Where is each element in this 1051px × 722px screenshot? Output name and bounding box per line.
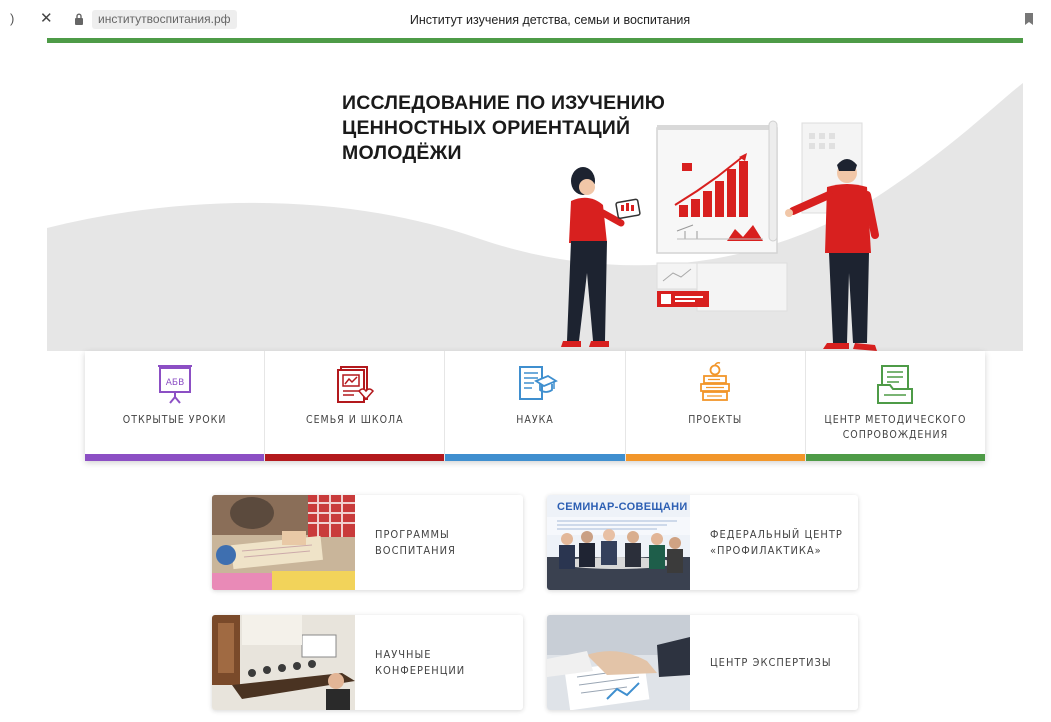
research-illustration: [561, 120, 879, 351]
book-graduation-cap-icon: [519, 366, 558, 400]
card-label: Центр экспертизы: [710, 655, 832, 669]
card-label: Научные конференции: [375, 647, 466, 677]
category-strip: АБВ Открытые уроки Семья и школа: [85, 351, 986, 461]
back-arrow-icon[interactable]: ): [10, 11, 14, 26]
classroom-children-photo: [212, 495, 355, 590]
hero-banner[interactable]: ИССЛЕДОВАНИЕ ПО ИЗУЧЕНИЮ ЦЕННОСТНЫХ ОРИЕ…: [47, 43, 1023, 351]
category-color-bar: [625, 454, 805, 461]
category-color-bar: [85, 454, 265, 461]
bookmark-icon[interactable]: [1024, 12, 1034, 30]
category-label: Проекты: [688, 414, 743, 426]
card-label: Программы воспитания: [375, 527, 456, 557]
category-label: Семья и школа: [305, 414, 404, 426]
category-label: Центр методического сопровождения: [824, 414, 967, 441]
site-page: ИССЛЕДОВАНИЕ ПО ИЗУЧЕНИЮ ЦЕННОСТНЫХ ОРИЕ…: [47, 38, 1023, 722]
card-education-programs[interactable]: Программы воспитания: [212, 495, 523, 590]
document-heart-icon: [336, 366, 374, 403]
svg-text:АБВ: АБВ: [165, 378, 184, 388]
category-color-bar: [265, 454, 445, 461]
presentation-board-icon: АБВ: [157, 365, 192, 404]
card-label: Федеральный центр «Профилактика»: [710, 527, 843, 557]
documents-handshake-photo: [547, 615, 690, 710]
category-color-bar: [445, 454, 625, 461]
category-methodical-support[interactable]: Центр методического сопровождения: [805, 351, 986, 461]
category-science[interactable]: Наука: [445, 351, 626, 461]
conference-hall-photo: [212, 615, 355, 710]
address-bar[interactable]: институтвоспитания.рф: [92, 10, 237, 29]
browser-toolbar: ) ✕ институтвоспитания.рф Институт изуче…: [0, 0, 1051, 38]
seminar-banner-text: СЕМИНАР-СОВЕЩАНИ: [557, 501, 688, 513]
category-projects[interactable]: Проекты: [625, 351, 806, 461]
card-expertise-center[interactable]: Центр экспертизы: [547, 615, 858, 710]
lock-icon[interactable]: [74, 12, 84, 30]
category-family-school[interactable]: Семья и школа: [265, 351, 446, 461]
card-federal-center-prevention[interactable]: СЕМИНАР-СОВЕЩАНИ Федеральный центр «Проф…: [547, 495, 858, 590]
close-tab-icon[interactable]: ✕: [40, 9, 53, 27]
card-scientific-conferences[interactable]: Научные конференции: [212, 615, 523, 710]
category-label: Наука: [516, 414, 554, 426]
category-color-bar: [805, 454, 986, 461]
seminar-meeting-photo: СЕМИНАР-СОВЕЩАНИ: [547, 495, 690, 590]
category-open-lessons[interactable]: АБВ Открытые уроки: [85, 351, 266, 461]
books-apple-icon: [700, 362, 731, 401]
document-folder-icon: [877, 365, 914, 404]
page-title: Институт изучения детства, семьи и воспи…: [409, 13, 691, 27]
category-label: Открытые уроки: [122, 414, 227, 426]
